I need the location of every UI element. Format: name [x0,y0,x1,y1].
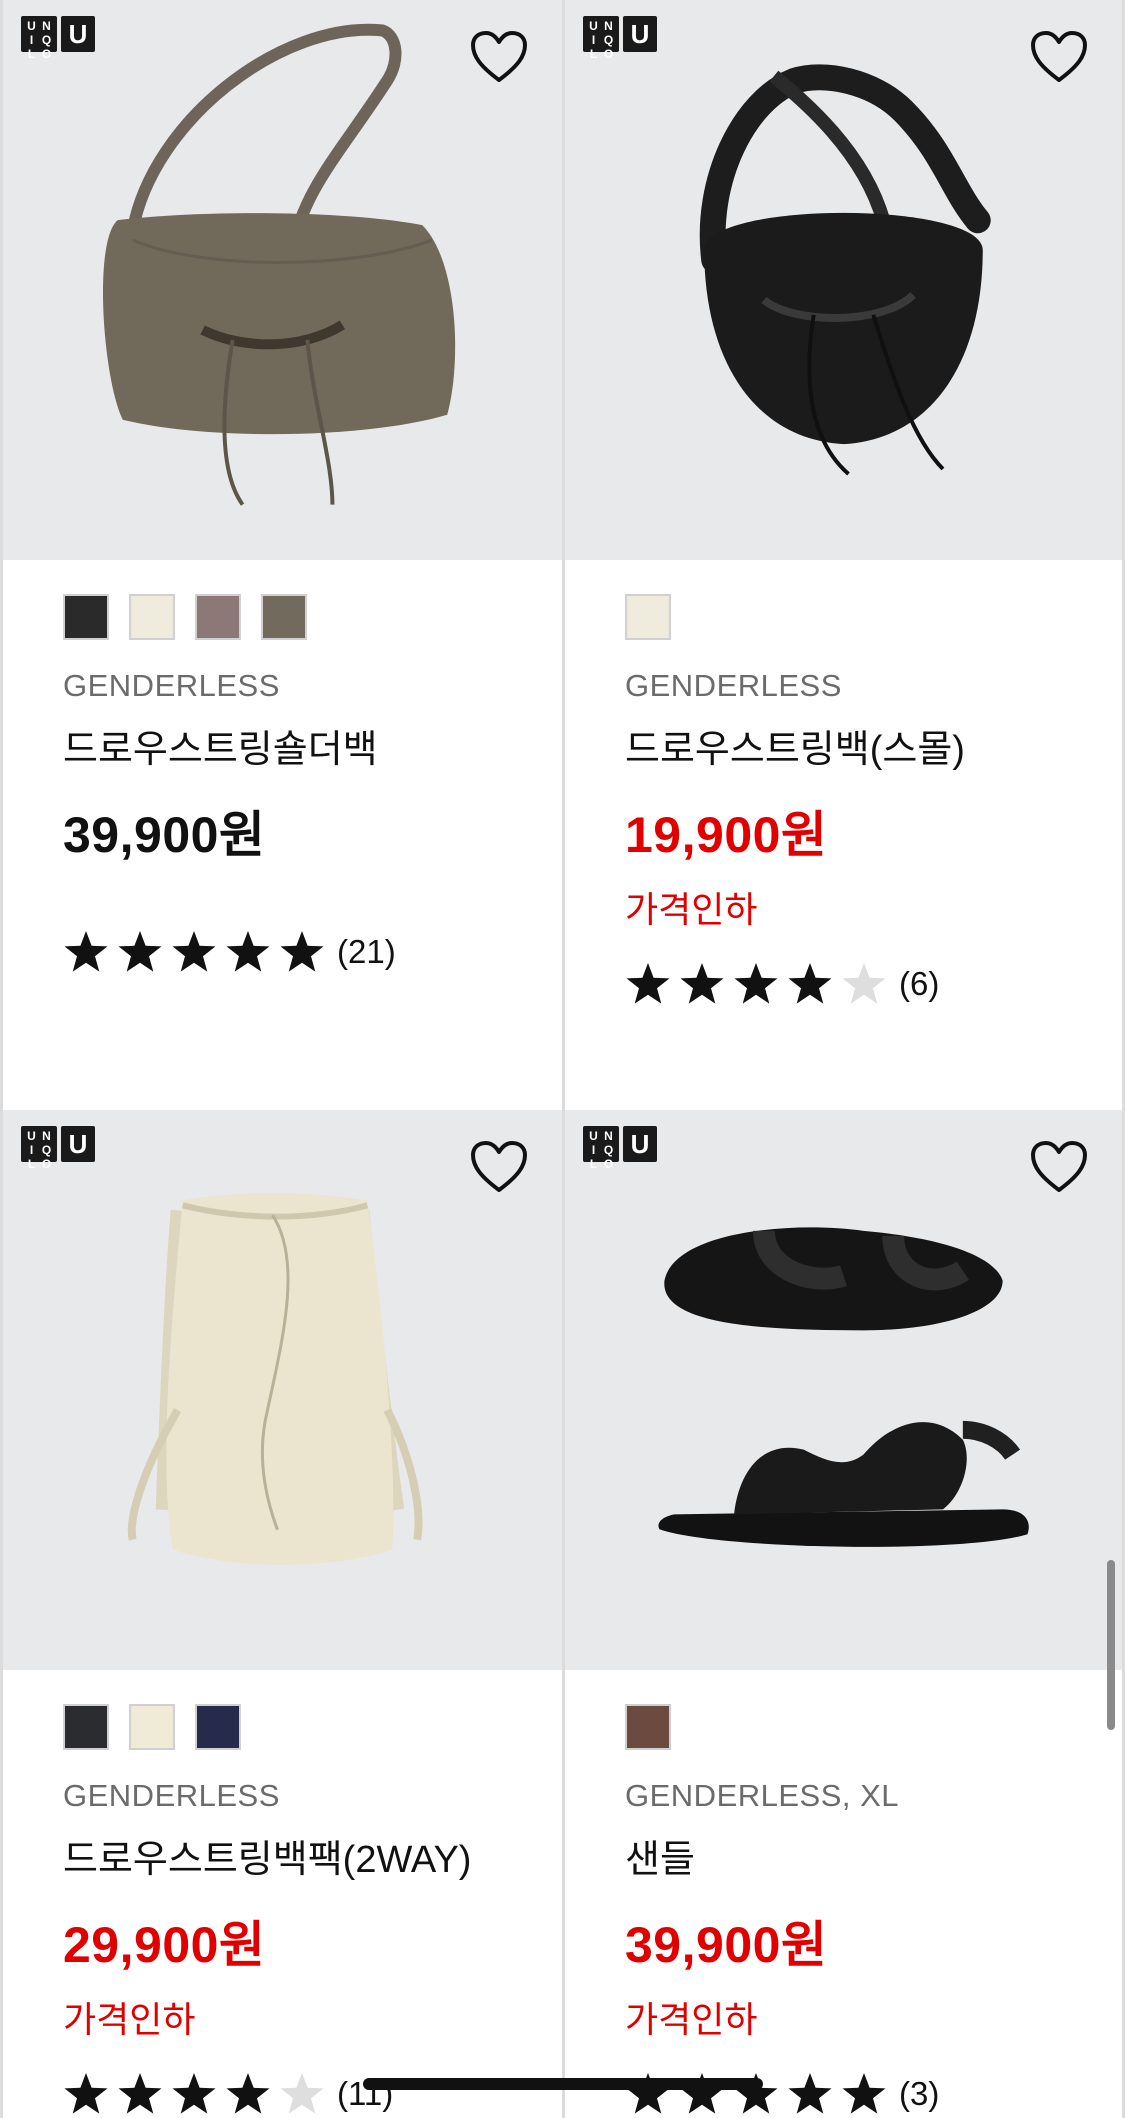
uniqlo-u-logo: U [623,1126,657,1162]
star-icon [226,2073,270,2114]
star-icon [280,931,324,972]
star-icon [788,963,832,1004]
price-reduced-badge: 가격인하 [625,889,758,930]
uniqlo-u-logo: U [623,16,657,52]
heart-outline-icon[interactable] [1030,1140,1088,1194]
product-card-2[interactable]: UN IQ LO U GENDERLESS 드로우스트링백(스몰) 19,900… [562,0,1125,1110]
product-name[interactable]: 드로우스트링숄더백 [63,718,562,773]
product-card-3[interactable]: UN IQ LO U GENDERLESS 드로우스트링백팩(2WAY) 29,… [0,1110,562,2118]
star-icon [680,963,724,1004]
gender-tag: GENDERLESS, XL [625,1778,900,1813]
color-swatch[interactable] [625,1704,671,1750]
star-rating [63,2071,325,2117]
drawstring-bag-image [699,64,991,476]
star-icon [226,931,270,972]
heart-outline-icon[interactable] [470,1140,528,1194]
color-swatch[interactable] [261,594,307,640]
star-icon [118,931,162,972]
gender-tag: GENDERLESS [625,668,842,703]
product-price: 39,900원 [63,807,266,863]
product-info: GENDERLESS 드로우스트링백(스몰) 19,900원 가격인하 (6) [565,560,1122,1007]
uniqlo-logo: UN IQ LO U [21,1126,95,1171]
uniqlo-logo: UN IQ LO U [21,16,95,61]
star-icon [172,2073,216,2114]
product-image[interactable]: UN IQ LO U [3,0,562,560]
review-count[interactable]: (6) [899,965,939,1003]
home-indicator[interactable] [363,2078,763,2090]
color-swatches [63,1704,562,1752]
review-count[interactable]: (3) [899,2075,939,2113]
product-price: 29,900원 [63,1917,266,1973]
uniqlo-wordmark: UN IQ LO [21,1126,57,1171]
gender-tag: GENDERLESS [63,1778,280,1813]
star-rating [63,929,325,975]
product-image[interactable]: UN IQ LO U [3,1110,562,1670]
sandals-image [658,1227,1029,1547]
star-icon [626,963,670,1004]
shoulder-bag-image [102,23,456,506]
uniqlo-u-logo: U [61,16,95,52]
uniqlo-logo: UN IQ LO U [583,1126,657,1171]
uniqlo-wordmark: UN IQ LO [583,1126,619,1171]
star-icon [64,2073,108,2114]
price-reduced-badge: 가격인하 [625,1999,758,2040]
color-swatches [625,594,1122,642]
product-name[interactable]: 드로우스트링백팩(2WAY) [63,1828,562,1883]
uniqlo-logo: UN IQ LO U [583,16,657,61]
star-icon [280,2073,324,2114]
heart-outline-icon[interactable] [470,30,528,84]
color-swatch[interactable] [63,594,109,640]
color-swatch[interactable] [625,594,671,640]
color-swatch[interactable] [195,594,241,640]
uniqlo-u-logo: U [61,1126,95,1162]
product-grid: UN IQ LO U GENDERLESS 드로우스트링숄더백 39,900원 [0,0,1125,2118]
star-rating [625,961,887,1007]
review-count[interactable]: (21) [337,933,396,971]
product-info: GENDERLESS 드로우스트링숄더백 39,900원 (21) [3,560,562,975]
scrollbar[interactable] [1107,1560,1115,1730]
product-price: 39,900원 [625,1917,828,1973]
heart-outline-icon[interactable] [1030,30,1088,84]
product-info: GENDERLESS, XL 샌들 39,900원 가격인하 (3) [565,1670,1122,2117]
color-swatch[interactable] [129,1704,175,1750]
rating: (6) [625,961,1122,1007]
gender-tag: GENDERLESS [63,668,280,703]
product-card-4[interactable]: UN IQ LO U GENDERLESS, XL 샌들 39,900원 가격인… [562,1110,1125,2118]
color-swatch[interactable] [63,1704,109,1750]
product-name[interactable]: 드로우스트링백(스몰) [625,718,1122,773]
product-info: GENDERLESS 드로우스트링백팩(2WAY) 29,900원 가격인하 (… [3,1670,562,2117]
product-price: 19,900원 [625,807,828,863]
star-icon [118,2073,162,2114]
product-name[interactable]: 샌들 [625,1828,1122,1883]
price-reduced-badge: 가격인하 [63,1999,196,2040]
star-icon [734,963,778,1004]
uniqlo-wordmark: UN IQ LO [583,16,619,61]
product-card-1[interactable]: UN IQ LO U GENDERLESS 드로우스트링숄더백 39,900원 [0,0,562,1110]
product-image[interactable]: UN IQ LO U [565,1110,1122,1670]
star-icon [842,963,886,1004]
color-swatch[interactable] [195,1704,241,1750]
rating: (21) [63,929,562,975]
star-icon [172,931,216,972]
star-icon [842,2073,886,2114]
star-icon [64,931,108,972]
backpack-image [127,1192,423,1565]
color-swatches [625,1704,1122,1752]
color-swatches [63,594,562,642]
color-swatch[interactable] [129,594,175,640]
star-icon [788,2073,832,2114]
uniqlo-wordmark: UN IQ LO [21,16,57,61]
product-image[interactable]: UN IQ LO U [565,0,1122,560]
